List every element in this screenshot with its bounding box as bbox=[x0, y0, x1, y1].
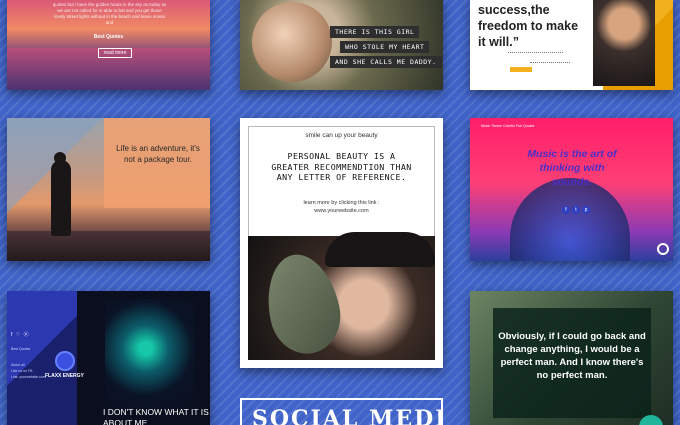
energy-label: Best Quotes bbox=[11, 347, 31, 351]
sunset-body-text: quotes but i have the golden hours in th… bbox=[52, 2, 167, 25]
read-more-button[interactable]: read more bbox=[98, 48, 132, 58]
banner-title: SOCIAL MEDIA bbox=[252, 406, 441, 425]
twitter-icon[interactable]: t bbox=[572, 206, 580, 214]
beauty-headline: PERSONAL BEAUTY IS A GREATER RECOMMENDTI… bbox=[271, 151, 412, 182]
pinterest-icon[interactable]: p bbox=[582, 206, 590, 214]
music-quote: Music is the art of thinking with bbox=[527, 148, 617, 174]
energy-detail-3: Link: yourwebsite.com bbox=[11, 375, 46, 379]
woman-portrait bbox=[593, 0, 655, 86]
energy-detail-1: About all bbox=[11, 363, 25, 367]
beauty-quote-card[interactable]: smile can up your beauty PERSONAL BEAUTY… bbox=[240, 118, 443, 368]
dotted-line bbox=[530, 62, 570, 63]
music-quote-card[interactable]: Music Theme Colorful Pub Quotes Music is… bbox=[470, 118, 673, 261]
glowing-face bbox=[105, 299, 195, 409]
quote-line-3: AND SHE CALLS ME DADDY. bbox=[330, 56, 442, 68]
facebook-icon[interactable]: f bbox=[562, 206, 570, 214]
hiker-silhouette bbox=[51, 160, 71, 236]
quote-line-2: WHO STOLE MY HEART bbox=[340, 41, 430, 53]
tagline: smile can up your beauty bbox=[305, 132, 378, 139]
robot-badge-icon bbox=[55, 351, 75, 371]
dotted-line bbox=[508, 52, 563, 53]
music-quote-end: sounds. bbox=[551, 176, 593, 188]
social-media-banner: SOCIAL MEDIA bbox=[240, 398, 443, 425]
success-quote: success,the freedom to make it will.” bbox=[478, 3, 579, 49]
energy-detail-2: Like us on FB bbox=[11, 369, 33, 373]
hat bbox=[325, 232, 435, 267]
learn-more-text: learn more by clicking this link : bbox=[303, 200, 380, 206]
energy-brand: FLAXX ENERGY bbox=[45, 373, 84, 379]
green-quote: Obviously, if I could go back and change… bbox=[498, 331, 646, 381]
sunset-brand: Best Quotes bbox=[93, 34, 124, 40]
ground bbox=[7, 231, 210, 261]
success-quote-card[interactable]: success,the freedom to make it will.” bbox=[470, 0, 673, 90]
green-quote-card[interactable]: Obviously, if I could go back and change… bbox=[470, 291, 673, 425]
website-link[interactable]: www.yourwebsite.com bbox=[240, 208, 443, 214]
music-header: Music Theme Colorful Pub Quotes bbox=[481, 124, 535, 128]
father-daughter-card[interactable]: THERE IS THIS GIRL WHO STOLE MY HEART AN… bbox=[240, 0, 443, 90]
social-icons: f t p bbox=[562, 206, 590, 214]
social-icons: f ♡ ⓟ bbox=[11, 332, 30, 338]
hiker-quote: Life is an adventure, it's not a package… bbox=[116, 144, 200, 164]
hiker-quote-card[interactable]: Life is an adventure, it's not a package… bbox=[7, 118, 210, 261]
author-tag bbox=[510, 67, 532, 72]
energy-quote: I DON'T KNOW WHAT IT IS ABOUT ME... bbox=[103, 407, 209, 425]
sunset-quote-card[interactable]: quotes but i have the golden hours in th… bbox=[7, 0, 210, 90]
family-photo bbox=[252, 2, 332, 82]
energy-quote-card[interactable]: f ♡ ⓟ Best Quotes About all Like us on F… bbox=[7, 291, 210, 425]
logo-icon bbox=[657, 243, 669, 255]
quote-line-1: THERE IS THIS GIRL bbox=[330, 26, 420, 38]
person-silhouette bbox=[510, 178, 630, 261]
